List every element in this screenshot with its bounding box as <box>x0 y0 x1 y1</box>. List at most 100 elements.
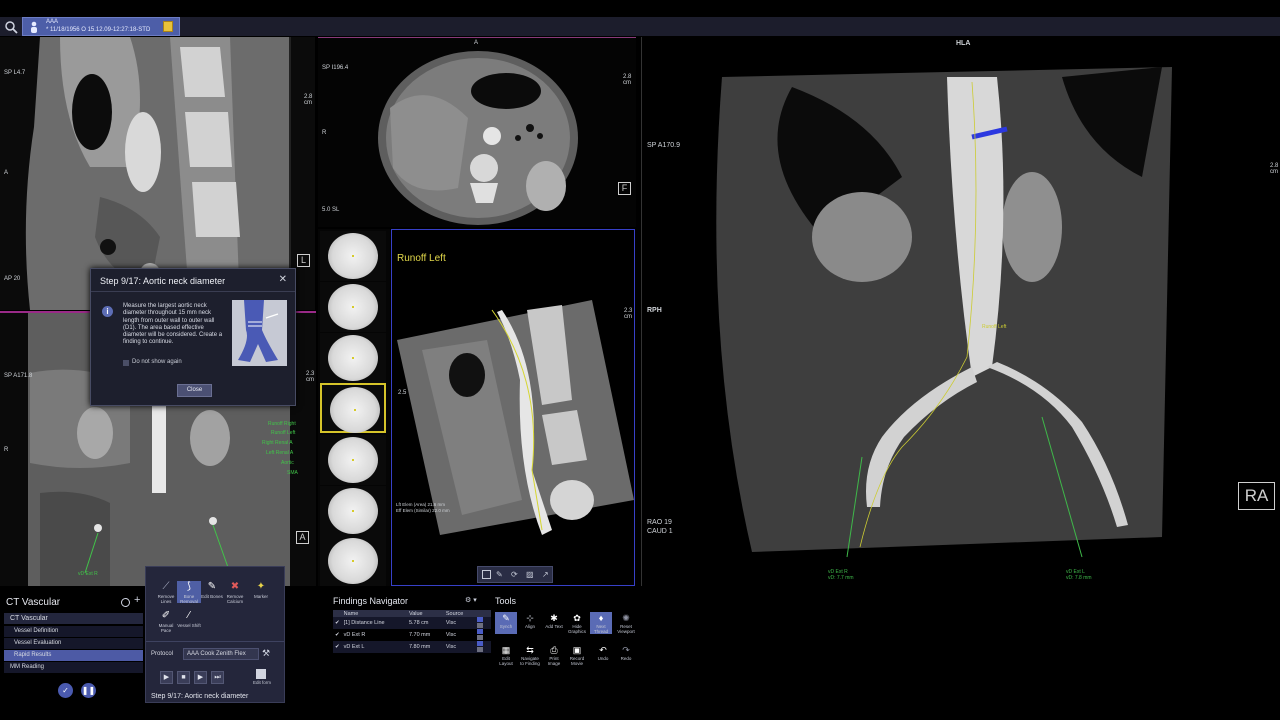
vr-projection-label-2: CAUD 1 <box>647 528 673 535</box>
finding-name: vD Ext L <box>341 641 407 653</box>
coronal-vessel-label-3: Right Renal A <box>262 440 293 446</box>
dialog-close-button[interactable]: Close <box>177 384 212 397</box>
workflow-item-mm-reading[interactable]: MM Reading <box>4 662 143 673</box>
finding-row[interactable]: ✔ [1] Distance Line 5.78 cm Visc <box>333 617 491 629</box>
patient-info: * 11/18/1956 O 15.12.09-12:27:18-STD <box>46 27 151 33</box>
finding-row[interactable]: ✔ vD Ext R 7.70 mm Visc <box>333 629 491 641</box>
finding-swatch <box>477 647 483 653</box>
dont-show-checkbox[interactable] <box>123 360 129 366</box>
layout-icon[interactable] <box>482 570 491 579</box>
workflow-item-ct-vascular[interactable]: CT Vascular <box>4 613 143 624</box>
workflow-step-dialog: Step 9/17: Aortic neck diameter ✕ i Meas… <box>90 268 296 406</box>
cross-section-thumb[interactable] <box>320 282 386 332</box>
confirm-check-icon[interactable]: ✓ <box>58 683 73 698</box>
patient-strip <box>0 17 1280 36</box>
vr-orientation-top: HLA <box>956 40 971 47</box>
stop-icon[interactable]: ■ <box>177 671 190 684</box>
button-label: Print Image <box>547 656 561 666</box>
finding-check-icon[interactable]: ✔ <box>333 641 342 653</box>
expand-icon[interactable]: ↗ <box>542 570 551 579</box>
step-forward-icon[interactable]: ▶ <box>194 671 207 684</box>
add-text-button[interactable]: ✱ Add Text <box>543 612 565 634</box>
cross-section-thumb[interactable] <box>320 435 386 485</box>
edit-layout-button[interactable]: ▦ Edit Layout <box>495 644 517 666</box>
pen-icon[interactable]: ✎ <box>496 570 505 579</box>
patient-tab[interactable]: AAA * 11/18/1956 O 15.12.09-12:27:18-STD <box>22 17 180 36</box>
findings-title: Findings Navigator <box>333 596 409 606</box>
skip-end-icon[interactable]: ⏭ <box>211 671 224 684</box>
cross-section-thumb-selected[interactable] <box>320 383 386 433</box>
vr-orientation-right: RPH <box>647 307 662 314</box>
vr-ext-r-value: vD: 7.7 mm <box>828 575 854 581</box>
search-icon[interactable] <box>4 20 18 34</box>
manual-pace-button[interactable]: ✐ Manual Pace <box>154 610 178 633</box>
workflow-item-vessel-evaluation[interactable]: Vessel Evaluation <box>4 638 143 649</box>
workflow-add-icon[interactable]: + <box>134 594 140 606</box>
findings-options-icon[interactable]: ⚙ ▾ <box>465 596 477 604</box>
coronal-vessel-label-6: SMA <box>287 470 298 476</box>
marker-button[interactable]: ✦ Marker <box>249 581 273 603</box>
viewport-axial[interactable]: A SP I196.4 R 5.0 SL 2.8 cm F <box>318 37 636 227</box>
finding-color-swatch <box>477 641 483 647</box>
axial-scan-image <box>318 38 636 227</box>
viewport-3d-volume[interactable]: HLA SP A170.9 RPH RAO 19 CAUD 1 Runoff L… <box>641 37 1280 586</box>
workflow-item-rapid-results[interactable]: Rapid Results <box>4 650 143 661</box>
record-movie-button[interactable]: ▣ Record Movie <box>566 644 588 666</box>
axial-top-label: A <box>474 40 479 46</box>
vessel-shift-button[interactable]: ⁄ Vessel Shift <box>177 610 201 632</box>
next-thread-button[interactable]: ♦ Next Thread <box>590 612 612 634</box>
remove-calcium-button[interactable]: ✖ Remove Calcium <box>223 581 247 604</box>
current-step-label: Step 9/17: Aortic neck diameter <box>151 693 249 700</box>
sagittal-orientation-label: A <box>4 170 9 176</box>
edit-bones-button[interactable]: ✎ Edit Bones <box>200 581 224 603</box>
coronal-vessel-label-1: Runoff Right <box>268 421 296 427</box>
cross-section-thumb[interactable] <box>320 231 386 281</box>
bone-removal-button[interactable]: ⟆ Bone Removal <box>177 581 201 604</box>
hide-graphics-button[interactable]: ✿ Hide Graphics <box>566 612 588 634</box>
sagittal-scale-label: 2.8 cm <box>304 94 313 106</box>
undo-button[interactable]: ↶ Undo <box>592 644 614 666</box>
study-badge-icon <box>163 21 173 32</box>
align-button[interactable]: ⊹ Align <box>519 612 541 634</box>
protocol-select[interactable]: AAA Cook Zenith Flex <box>183 648 259 660</box>
rotate-icon[interactable]: ⟳ <box>511 570 520 579</box>
volume-render-image <box>642 37 1280 586</box>
pause-icon[interactable]: ❚❚ <box>81 683 96 698</box>
finding-value: 5.78 cm <box>406 617 444 629</box>
synch-button[interactable]: ✎ Synch <box>495 612 517 634</box>
workflow-search-icon[interactable] <box>121 598 130 607</box>
finding-color-swatch <box>477 629 483 635</box>
vr-orientation-cube[interactable]: RA <box>1238 482 1275 510</box>
finding-check-icon[interactable]: ✔ <box>333 617 342 629</box>
cross-section-thumb[interactable] <box>320 486 386 536</box>
measure-icon[interactable]: ▨ <box>526 570 535 579</box>
workflow-item-vessel-definition[interactable]: Vessel Definition <box>4 626 143 637</box>
coronal-scale-label: 2.3 cm <box>306 371 315 383</box>
navigate-to-finding-button[interactable]: ⇆ Navigate to Finding <box>519 644 541 666</box>
viewport-runoff-left[interactable]: Runoff Left 2.5 2.3 cm Lft Elem (Area) 2… <box>391 229 635 586</box>
cross-section-thumb[interactable] <box>320 333 386 383</box>
finding-check-icon[interactable]: ✔ <box>333 629 342 641</box>
remove-lines-button[interactable]: ⟋ Remove Lines <box>154 581 178 604</box>
cross-section-strip[interactable] <box>318 229 390 586</box>
finding-color-swatch <box>477 617 483 623</box>
wrench-icon[interactable]: ⚒ <box>262 648 270 659</box>
button-label: Manual Pace <box>158 623 174 633</box>
play-icon[interactable]: ▶ <box>160 671 173 684</box>
reset-viewport-button[interactable]: ✺ Reset Viewport <box>615 612 637 634</box>
print-image-button[interactable]: ⎙ Print Image <box>543 644 565 666</box>
workflow-item-label: Rapid Results <box>14 652 52 658</box>
vr-vessel-label: Runoff Left <box>982 324 1007 330</box>
edit-form-icon[interactable] <box>256 669 266 679</box>
button-label: Marker <box>253 594 268 599</box>
finding-row[interactable]: ✔ vD Ext L 7.80 mm Visc <box>333 641 491 653</box>
redo-button[interactable]: ↷ Redo <box>615 644 637 666</box>
findings-table: Name Value Source ✔ [1] Distance Line 5.… <box>333 610 491 653</box>
close-icon[interactable]: ✕ <box>279 274 287 285</box>
sagittal-corner-marker: L <box>297 254 310 267</box>
tools-panel: Tools ✎ Synch ⊹ Align ✱ Add Text ✿ Hide Grap… <box>495 596 640 676</box>
cross-section-thumb[interactable] <box>320 536 386 586</box>
button-label: Align <box>524 624 535 629</box>
finding-name: vD Ext R <box>343 632 366 638</box>
button-label: Synch <box>499 624 513 629</box>
